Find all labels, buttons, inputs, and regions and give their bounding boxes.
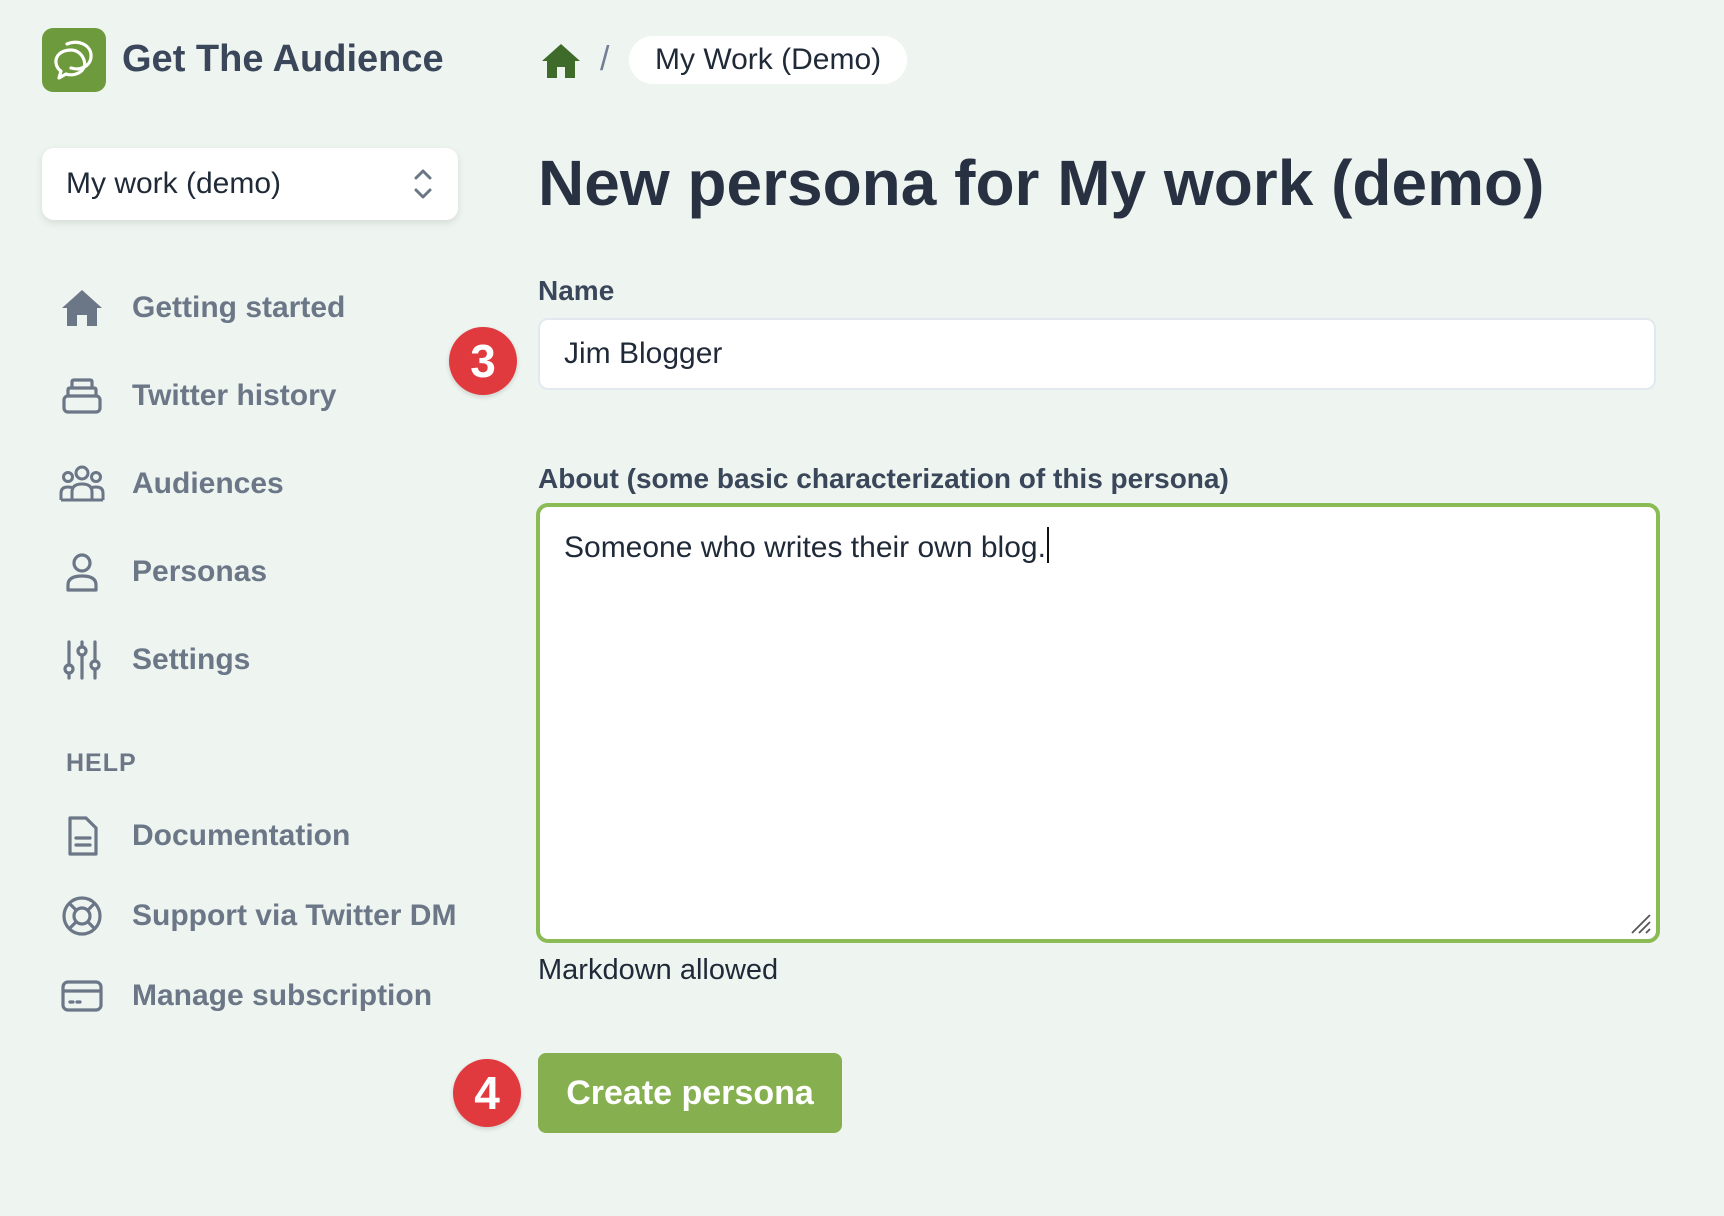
sidebar-item-getting-started[interactable]: Getting started <box>56 278 476 338</box>
workspace-selector[interactable]: My work (demo) <box>42 148 458 220</box>
sidebar-item-support[interactable]: Support via Twitter DM <box>56 886 476 946</box>
user-icon <box>56 546 108 598</box>
breadcrumb-current[interactable]: My Work (Demo) <box>629 36 908 84</box>
sidebar-item-label: Documentation <box>132 819 351 852</box>
create-persona-button[interactable]: Create persona <box>538 1053 842 1133</box>
archive-icon <box>56 370 108 422</box>
chevron-up-down-icon <box>414 169 432 199</box>
text-cursor <box>1046 527 1049 563</box>
sidebar-item-documentation[interactable]: Documentation <box>56 806 476 866</box>
sidebar-item-personas[interactable]: Personas <box>56 542 476 602</box>
breadcrumb-separator: / <box>600 40 610 78</box>
about-field-label: About (some basic characterization of th… <box>538 463 1229 494</box>
step-4-badge: 4 <box>453 1059 521 1127</box>
chat-bubbles-icon <box>54 40 93 80</box>
page-title: New persona for My work (demo) <box>538 147 1545 219</box>
user-group-icon <box>56 458 108 510</box>
sidebar-item-label: Audiences <box>132 467 284 500</box>
step-3-badge: 3 <box>449 327 517 395</box>
credit-card-icon <box>56 970 108 1022</box>
name-field-label: Name <box>538 275 615 306</box>
sidebar-item-audiences[interactable]: Audiences <box>56 454 476 514</box>
app-name[interactable]: Get The Audience <box>122 38 444 81</box>
markdown-hint: Markdown allowed <box>538 954 779 986</box>
sidebar-item-label: Getting started <box>132 291 346 324</box>
sidebar-item-label: Twitter history <box>132 379 337 412</box>
home-icon <box>56 282 108 334</box>
resize-handle-icon[interactable] <box>1626 909 1652 935</box>
sliders-icon <box>56 634 108 686</box>
about-textarea[interactable]: Someone who writes their own blog. <box>536 503 1660 943</box>
about-textarea-content: Someone who writes their own blog. <box>564 527 1049 565</box>
name-field[interactable] <box>538 318 1656 390</box>
sidebar-item-twitter-history[interactable]: Twitter history <box>56 366 476 426</box>
sidebar-item-label: Support via Twitter DM <box>132 899 457 932</box>
sidebar-item-manage-subscription[interactable]: Manage subscription <box>56 966 476 1026</box>
app-logo[interactable] <box>42 28 106 92</box>
sidebar-item-label: Settings <box>132 643 251 676</box>
document-icon <box>56 810 108 862</box>
help-section-heading: HELP <box>66 749 137 777</box>
sidebar-item-settings[interactable]: Settings <box>56 630 476 690</box>
sidebar-item-label: Manage subscription <box>132 979 433 1012</box>
workspace-selector-value: My work (demo) <box>66 167 282 200</box>
lifebuoy-icon <box>56 890 108 942</box>
breadcrumb-home-icon[interactable] <box>540 40 582 82</box>
sidebar-item-label: Personas <box>132 555 268 588</box>
